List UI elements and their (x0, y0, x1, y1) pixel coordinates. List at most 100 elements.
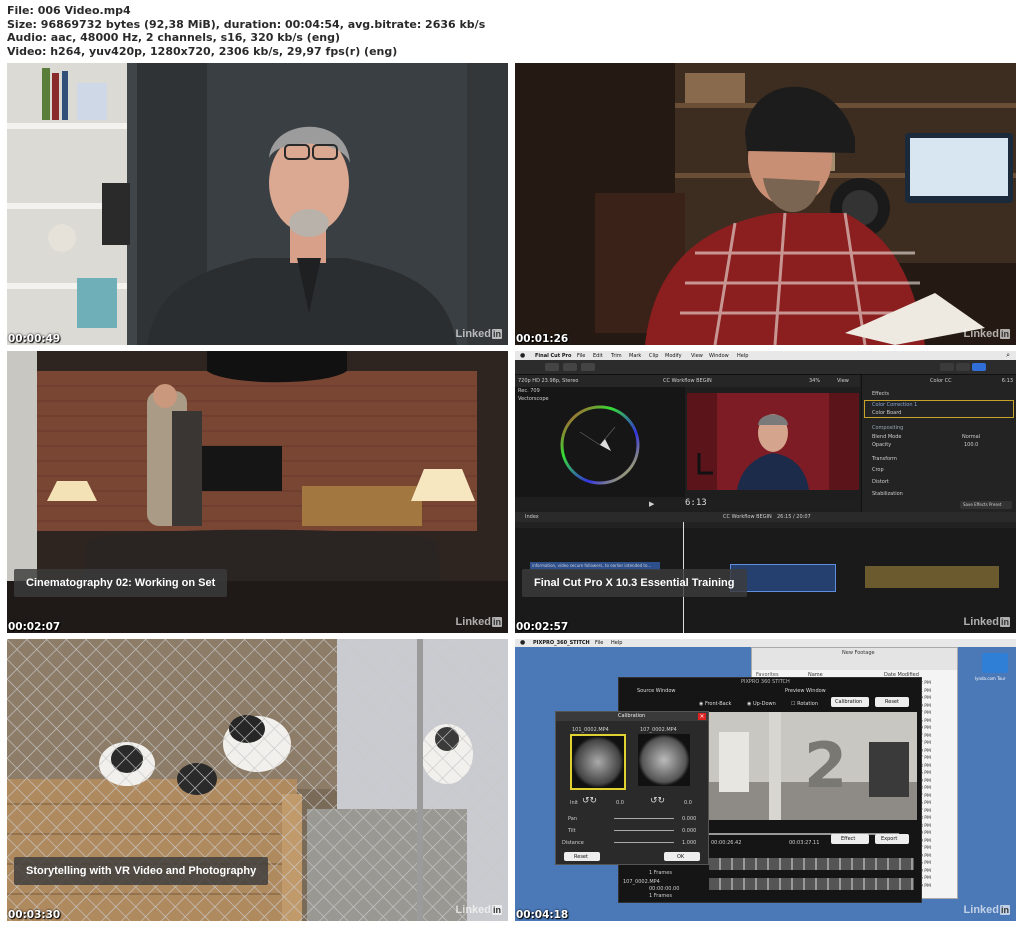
calibration-titlebar: Calibration × (556, 712, 708, 721)
save-preset-button[interactable]: Save Effects Preset (960, 501, 1012, 509)
menu-mark[interactable]: Mark (629, 353, 641, 359)
reset-button[interactable]: Reset (875, 697, 909, 707)
linkedin-watermark: Linked in (963, 904, 1010, 916)
thumbnail-2[interactable]: Linked in 00:01:26 (515, 63, 1016, 345)
color-board-label: Color Board (872, 410, 902, 416)
menu-clip[interactable]: Clip (649, 353, 658, 359)
left-lens-preview[interactable] (570, 734, 626, 790)
menu-app[interactable]: PIXPRO_360_STITCH (533, 640, 590, 646)
viewer-video (687, 393, 859, 490)
scrub-end-time: 00:03:27.11 (789, 840, 820, 846)
pan-value: 0.000 (682, 816, 697, 822)
pan-slider[interactable] (614, 818, 674, 819)
timeline-toggle-button[interactable] (956, 363, 970, 371)
index-button[interactable]: Index (525, 514, 539, 520)
import-button[interactable] (545, 363, 559, 371)
up-down-radio[interactable]: ◉ Up-Down (747, 701, 776, 707)
color-correction-label: Color Correction 1 (872, 402, 918, 408)
timestamp: 00:04:18 (516, 909, 569, 921)
finder-date-cell: 7 PM (920, 793, 931, 799)
front-back-radio[interactable]: ◉ Front-Back (699, 701, 731, 707)
timeline-clip[interactable] (865, 566, 999, 588)
play-button[interactable]: ▶ (649, 500, 654, 508)
inspector-title: Color CC (930, 378, 952, 384)
rotate-left-icon[interactable]: ↺↻ (582, 796, 597, 806)
opacity-label: Opacity (872, 442, 892, 448)
thumbnail-5[interactable]: Storytelling with VR Video and Photograp… (7, 639, 508, 921)
linkedin-watermark: Linked in (455, 328, 502, 340)
finder-date-cell: 5 PM (920, 718, 931, 724)
calibration-reset-button[interactable]: Reset (564, 852, 600, 861)
apple-icon: ● (520, 639, 526, 646)
menu-window[interactable]: Window (709, 353, 729, 359)
menu-edit[interactable]: Edit (593, 353, 603, 359)
tilt-value: 0.000 (682, 828, 697, 834)
thumbnail-3[interactable]: Cinematography 02: Working on Set Linked… (7, 351, 508, 633)
opacity-value[interactable]: 100.0 (964, 442, 978, 448)
view-menu[interactable]: View (837, 378, 849, 384)
crop-section[interactable]: Crop (872, 467, 884, 473)
calibration-button[interactable]: Calibration (831, 697, 869, 707)
background-tasks-button[interactable] (581, 363, 595, 371)
source-window-label: Source Window (637, 688, 676, 694)
finder-date-cell: 9 PM (920, 703, 931, 709)
desktop-folder-label: lynda.com Tour (975, 676, 1006, 681)
menu-help[interactable]: Help (611, 640, 622, 646)
thumbnail-4-final-cut-pro[interactable]: ● Final Cut Pro File Edit Trim Mark Clip… (515, 351, 1016, 633)
finder-date-cell: 9 PM (920, 778, 931, 784)
keywords-button[interactable] (563, 363, 577, 371)
tilt-slider[interactable] (614, 830, 674, 831)
project-name: CC Workflow BEGIN (663, 378, 712, 384)
finder-date-cell: 5 PM (920, 801, 931, 806)
menu-app[interactable]: Final Cut Pro (535, 353, 571, 359)
menu-help[interactable]: Help (737, 353, 748, 359)
scopes-panel: Rec. 709 Vectorscope (515, 387, 685, 497)
finder-date-cell: 7 PM (920, 733, 931, 739)
filmstrip-bottom[interactable] (709, 878, 914, 890)
file-size-line: Size: 96869732 bytes (92,38 MiB), durati… (7, 17, 486, 31)
effect-button[interactable]: Effect (831, 834, 869, 844)
blend-mode-value[interactable]: Normal (962, 434, 980, 440)
thumbnail-1[interactable]: Linked in 00:00:49 (7, 63, 508, 345)
thumbnail-2-scene (515, 63, 1016, 345)
app-window-title: PIXPRO 360 STITCH (741, 679, 790, 685)
finder-date-cell: 7 PM (920, 808, 931, 814)
menu-view[interactable]: View (691, 353, 703, 359)
zoom-value-right: 0.0 (684, 800, 692, 806)
menu-file[interactable]: File (577, 353, 585, 359)
file-name-line: File: 006 Video.mp4 (7, 4, 131, 17)
right-lens-preview[interactable] (638, 734, 690, 786)
close-icon[interactable]: × (698, 713, 706, 720)
export-button[interactable]: Export (875, 834, 909, 844)
filmstrip-top[interactable] (709, 858, 914, 870)
library-toggle-button[interactable] (940, 363, 954, 371)
file-frames: 1 Frames (649, 870, 672, 876)
effects-section[interactable]: Effects (872, 391, 889, 397)
zoom-level[interactable]: 34% (809, 378, 820, 384)
transform-section[interactable]: Transform (872, 456, 897, 462)
menu-trim[interactable]: Trim (611, 353, 622, 359)
finder-date-cell: 6 PM (920, 876, 931, 881)
left-file-label: 101_0002.MP4 (572, 727, 609, 733)
distance-slider[interactable] (614, 842, 674, 843)
finder-date-cell: 9 PM (920, 726, 931, 731)
mac-menubar: ● Final Cut Pro File Edit Trim Mark Clip… (515, 351, 1016, 360)
linkedin-watermark: Linked in (455, 904, 502, 916)
menu-modify[interactable]: Modify (665, 353, 682, 359)
finder-date-cell: 9 PM (920, 838, 931, 844)
inspector-toggle-button[interactable] (972, 363, 986, 371)
viewer-header: 720p HD 23.98p, Stereo CC Workflow BEGIN… (515, 375, 860, 387)
distort-section[interactable]: Distort (872, 479, 889, 485)
stabilization-section[interactable]: Stabilization (872, 491, 903, 497)
rotate-right-icon[interactable]: ↺↻ (650, 796, 665, 806)
menu-file[interactable]: File (595, 640, 603, 646)
finder-date-cell: 7 PM (920, 741, 931, 746)
playback-scrubber[interactable] (709, 833, 899, 835)
finder-date-cell: 9 PM (920, 868, 931, 874)
thumbnail-6-pixpro[interactable]: ● PIXPRO_360_STITCH File Help New Footag… (515, 639, 1016, 921)
calibration-ok-button[interactable]: OK (664, 852, 700, 861)
folder-icon[interactable] (982, 653, 1008, 673)
rotation-checkbox[interactable]: ☐ Rotation (791, 701, 818, 707)
search-icon: ⌕ (1006, 351, 1010, 359)
timeline-duration: 26:15 / 20:07 (777, 514, 811, 520)
